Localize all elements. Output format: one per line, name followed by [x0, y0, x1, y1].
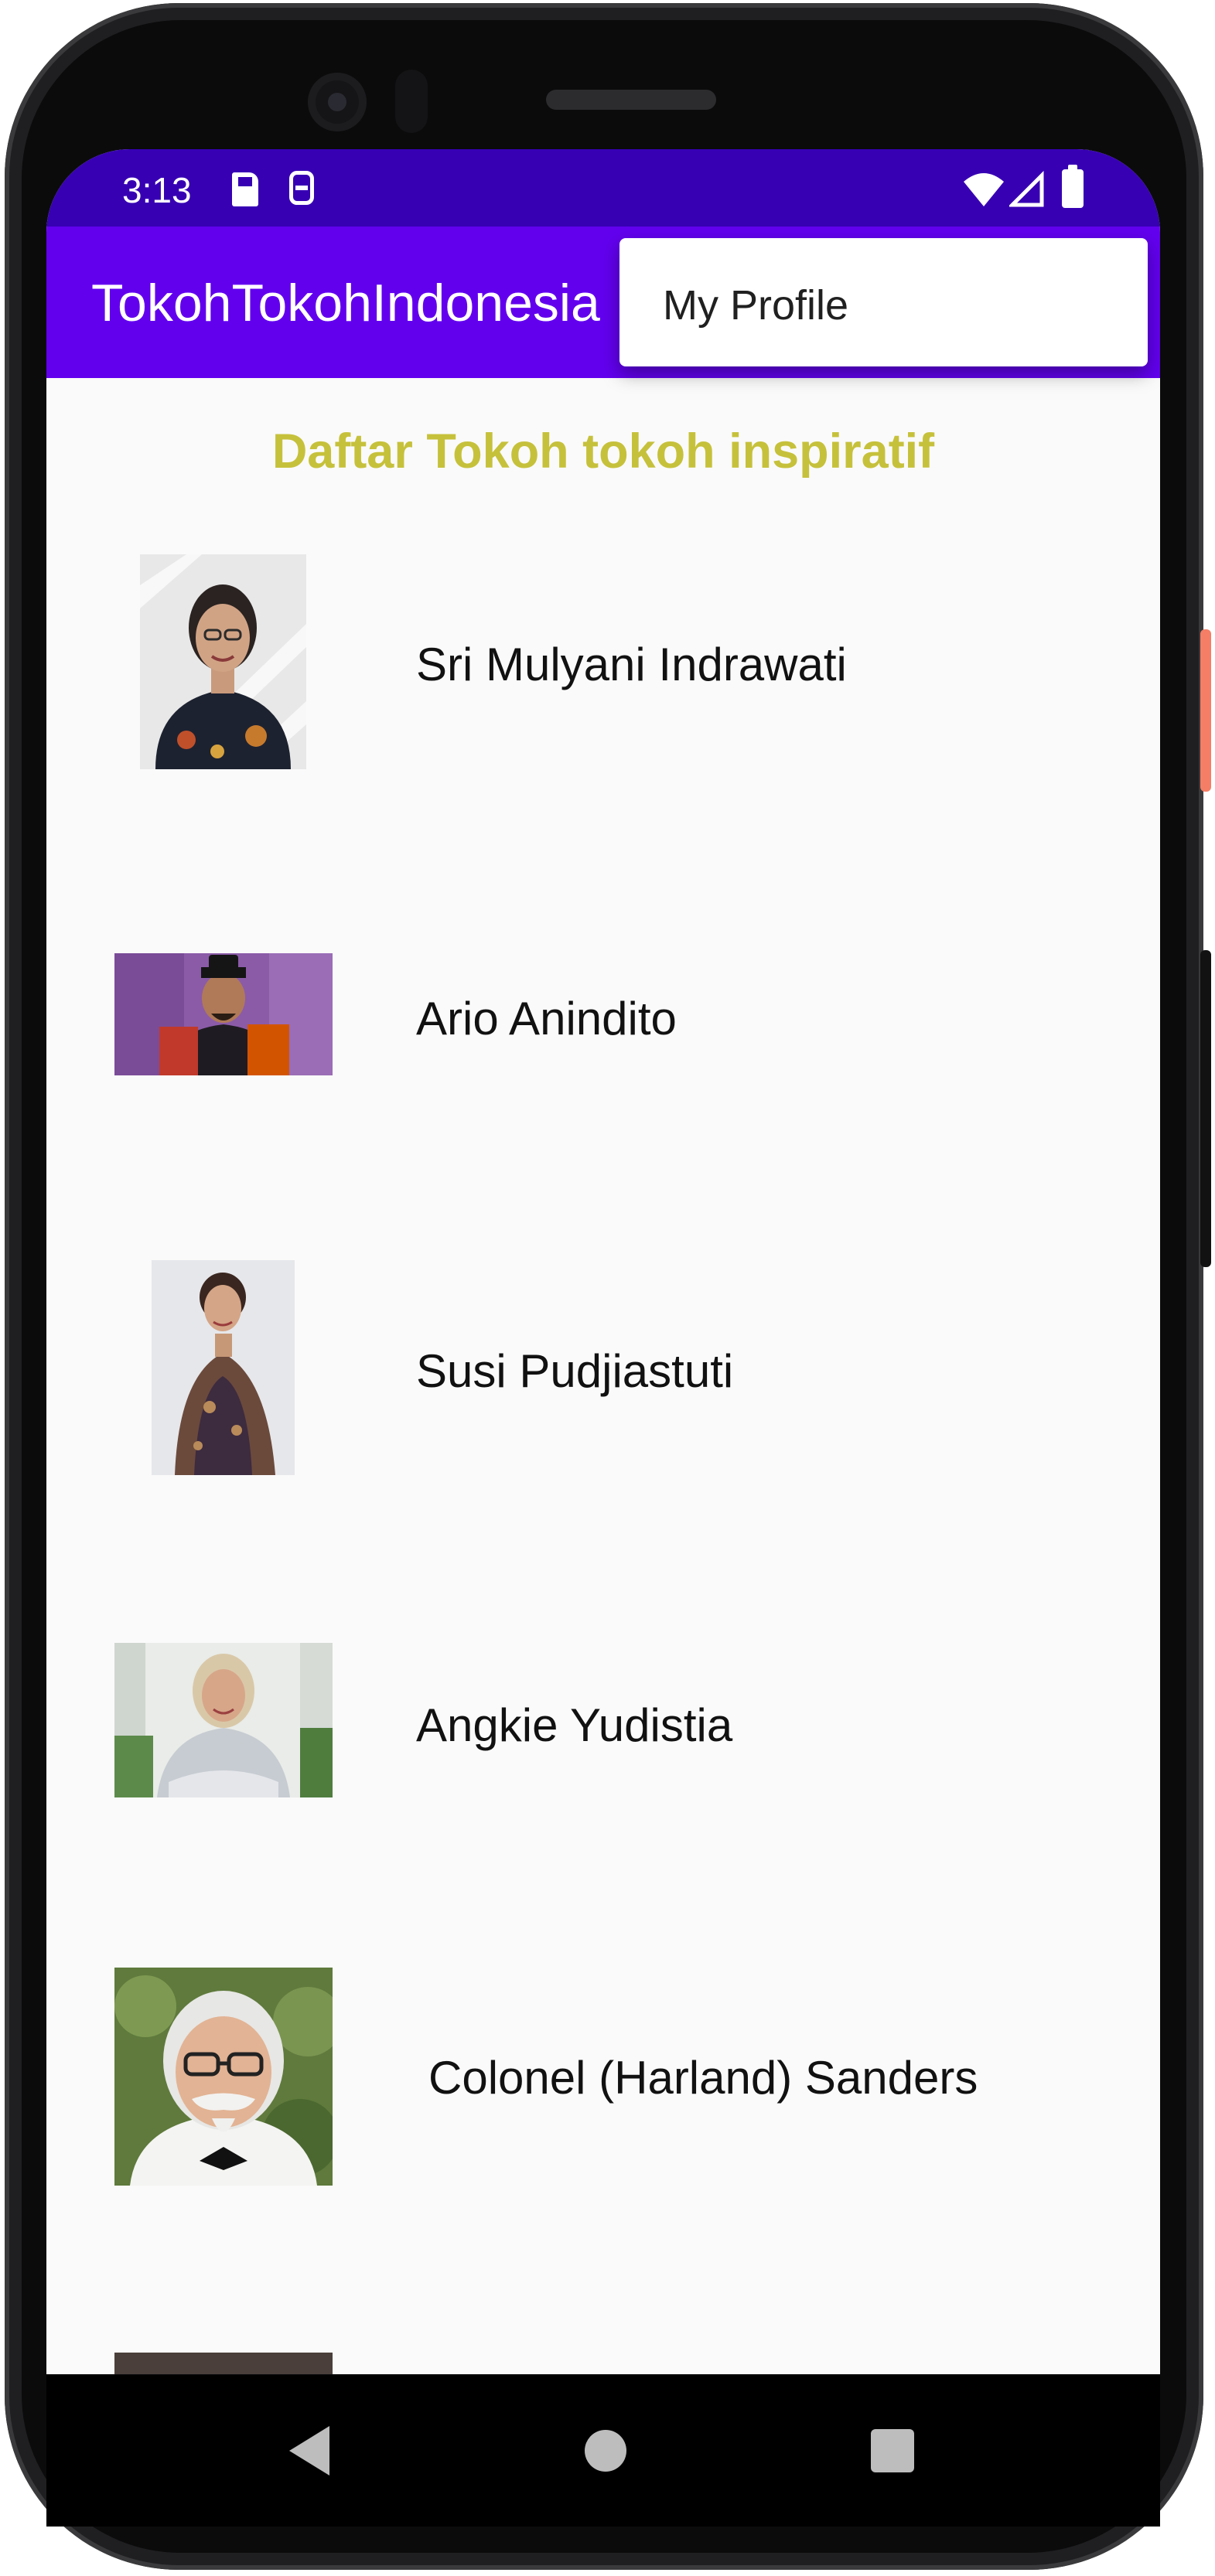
portrait-sri-mulyani [140, 554, 306, 769]
person-name: Susi Pudjiastuti [416, 1345, 734, 1397]
earpiece-speaker [546, 90, 716, 110]
portrait-ario-anindito [114, 953, 333, 1075]
person-photo [114, 1968, 333, 2186]
recents-icon[interactable] [871, 2429, 914, 2472]
app-screen: 3:13 TokohTokohIndonesia My Profile Daft… [46, 149, 1160, 2374]
portrait-angkie-yudistia [114, 1643, 333, 1797]
front-camera [308, 73, 367, 131]
battery-icon [1062, 165, 1084, 208]
person-name: Colonel (Harland) Sanders [428, 2052, 978, 2104]
person-photo [114, 953, 333, 1075]
volume-button [1200, 950, 1211, 1267]
app-title: TokohTokohIndonesia [91, 274, 600, 332]
wifi-icon [964, 173, 1004, 206]
person-photo [114, 2353, 333, 2374]
person-photo [152, 1260, 295, 1475]
portrait-colonel-sanders [114, 1968, 333, 2186]
person-photo [140, 554, 306, 769]
home-icon[interactable] [585, 2430, 626, 2472]
menu-item-my-profile[interactable]: My Profile [663, 281, 848, 329]
power-button [1200, 629, 1211, 792]
proximity-sensor [395, 70, 428, 133]
back-icon[interactable] [289, 2426, 329, 2475]
status-bar: 3:13 [46, 149, 1160, 227]
signal-icon [1009, 171, 1044, 207]
sim-icon [289, 171, 314, 205]
list-heading: Daftar Tokoh tokoh inspiratif [271, 424, 935, 479]
person-name: Ario Anindito [416, 993, 677, 1044]
overflow-menu: My Profile [619, 238, 1148, 366]
person-photo [114, 1643, 333, 1797]
status-time: 3:13 [122, 170, 192, 210]
navigation-bar [46, 2375, 1160, 2527]
sd-card-icon [232, 172, 258, 206]
person-name: Angkie Yudistia [416, 1699, 733, 1751]
person-name: Sri Mulyani Indrawati [416, 639, 847, 690]
portrait-susi-pudjiastuti [152, 1260, 295, 1475]
